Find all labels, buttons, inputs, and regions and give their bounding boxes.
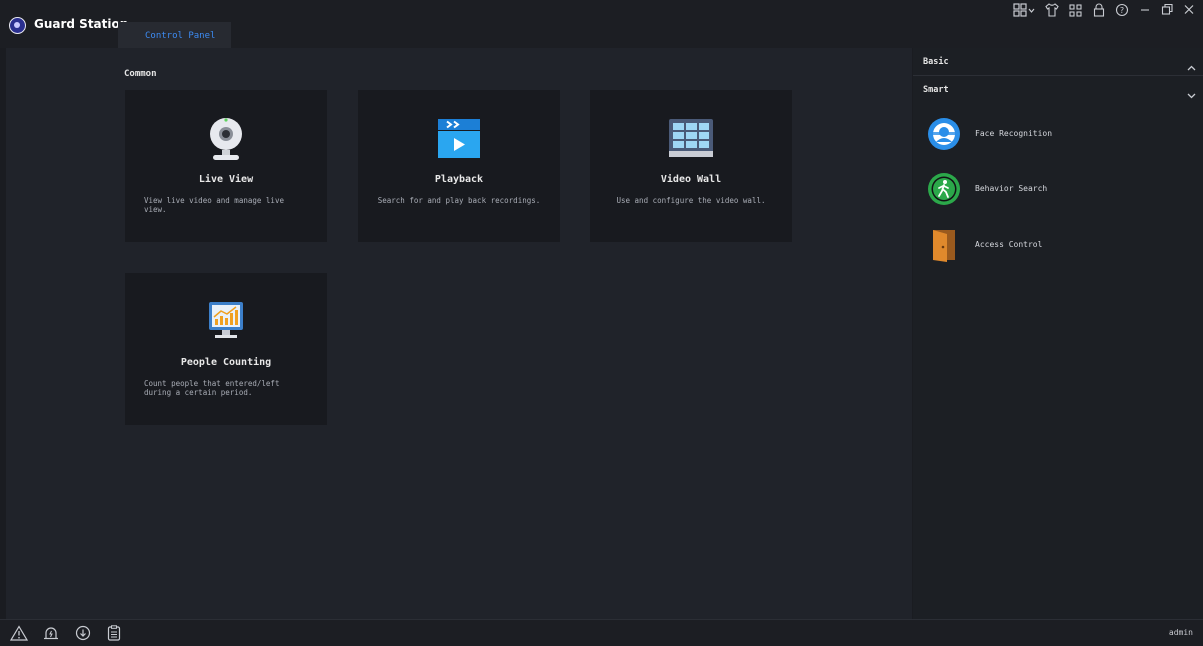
lock-icon[interactable] <box>1093 3 1105 17</box>
app-logo-icon <box>9 17 26 34</box>
smart-item-label: Face Recognition <box>975 129 1053 138</box>
card-live-view[interactable]: Live View View live video and manage liv… <box>125 90 327 242</box>
help-icon[interactable]: ? <box>1115 3 1129 17</box>
chevron-up-icon <box>1187 57 1196 76</box>
face-recognition-icon <box>927 117 961 151</box>
card-title: People Counting <box>180 357 272 368</box>
section-basic[interactable]: Basic <box>913 48 1203 76</box>
card-playback[interactable]: Playback Search for and play back record… <box>358 90 560 242</box>
card-title: Playback <box>434 174 484 185</box>
section-smart[interactable]: Smart <box>913 76 1203 103</box>
network-icon[interactable] <box>1069 3 1083 17</box>
card-description: Count people that entered/left during a … <box>144 379 280 397</box>
section-basic-label: Basic <box>923 57 949 67</box>
smart-item-access-control[interactable]: Access Control <box>927 228 1197 264</box>
title-bar: Guard Station Control Panel ? <box>0 0 1203 48</box>
status-bar: admin <box>0 619 1203 646</box>
layout-grid-icon[interactable] <box>1013 3 1035 17</box>
svg-text:?: ? <box>1120 6 1124 15</box>
people-counting-icon <box>201 297 251 347</box>
smart-item-face-recognition[interactable]: Face Recognition <box>927 117 1197 153</box>
section-smart-label: Smart <box>923 85 949 95</box>
card-title: Video Wall <box>660 174 722 185</box>
webcam-icon <box>201 114 251 164</box>
right-panel: Basic Smart Face Recognition Behavior Se… <box>913 48 1203 619</box>
access-control-icon <box>927 228 961 262</box>
card-description: View live video and manage live view. <box>144 196 284 214</box>
current-user[interactable]: admin <box>1169 628 1193 637</box>
card-title: Live View <box>198 174 254 185</box>
minimize-icon[interactable] <box>1139 3 1151 17</box>
window-toolbar: ? <box>1013 3 1195 17</box>
card-description: Search for and play back recordings. <box>377 196 541 205</box>
behavior-search-icon <box>927 172 961 206</box>
app-title: Guard Station <box>34 17 129 31</box>
tab-control-panel[interactable]: Control Panel <box>118 22 231 48</box>
shirt-icon[interactable] <box>1045 3 1059 17</box>
chevron-down-icon <box>1187 85 1196 104</box>
video-wall-icon <box>666 114 716 164</box>
download-icon[interactable] <box>74 625 92 645</box>
smart-item-behavior-search[interactable]: Behavior Search <box>927 172 1197 208</box>
smart-item-label: Behavior Search <box>975 184 1048 193</box>
status-icons <box>9 625 122 645</box>
card-description: Use and configure the video wall. <box>616 196 766 205</box>
control-panel-main: Common Live View View live video and man… <box>6 48 912 619</box>
card-people-counting[interactable]: People Counting Count people that entere… <box>125 273 327 425</box>
smart-item-label: Access Control <box>975 240 1043 249</box>
alarm-warning-icon[interactable] <box>9 625 29 645</box>
card-video-wall[interactable]: Video Wall Use and configure the video w… <box>590 90 792 242</box>
section-title-common: Common <box>124 69 157 79</box>
restore-icon[interactable] <box>1161 3 1173 17</box>
alarm-bell-icon[interactable] <box>42 625 60 645</box>
close-icon[interactable] <box>1183 3 1195 17</box>
clipboard-icon[interactable] <box>106 625 122 645</box>
playback-icon <box>434 114 484 164</box>
